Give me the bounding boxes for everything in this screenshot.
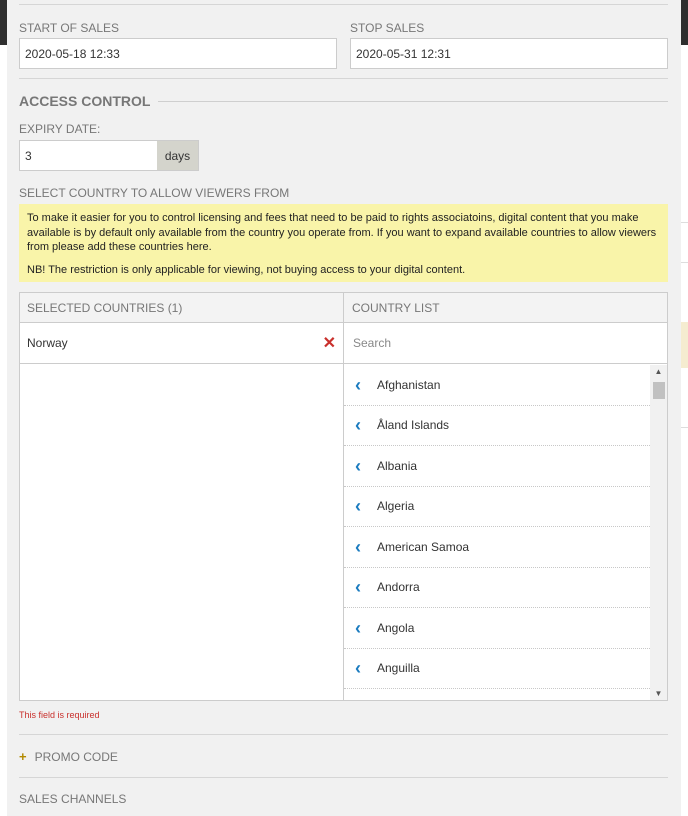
chevron-left-icon: ‹ (355, 374, 361, 395)
country-list-item[interactable]: ‹ Algeria (344, 487, 650, 527)
country-list-item[interactable]: ‹ Afghanistan (344, 365, 650, 406)
days-unit-addon: days (157, 140, 199, 171)
scroll-down-arrow-icon[interactable]: ▼ (650, 689, 667, 698)
country-select-label: SELECT COUNTRY TO ALLOW VIEWERS FROM (19, 186, 290, 200)
promo-code-label: PROMO CODE (34, 749, 118, 764)
promo-code-toggle[interactable]: + PROMO CODE (19, 749, 118, 764)
country-search-input[interactable]: Search (344, 323, 667, 364)
access-control-heading: ACCESS CONTROL (19, 92, 668, 110)
country-name: Anguilla (377, 661, 420, 676)
expiry-date-label: EXPIRY DATE: (19, 122, 101, 136)
start-of-sales-label: START OF SALES (19, 21, 120, 35)
sales-channels-label[interactable]: SALES CHANNELS (19, 792, 126, 806)
country-name: American Samoa (377, 539, 470, 554)
selected-country-name: Norway (27, 336, 68, 350)
country-list: ‹ Afghanistan ‹ Åland Islands ‹ Albania ‹ Al… (344, 365, 667, 700)
country-list-header: COUNTRY LIST (344, 293, 667, 323)
chevron-left-icon: ‹ (355, 415, 361, 436)
access-control-title: ACCESS CONTROL (19, 93, 151, 109)
notice-nb-text: NB! The restriction is only applicable f… (27, 263, 466, 276)
divider (19, 78, 668, 79)
selected-countries-header: SELECTED COUNTRIES (1) (20, 293, 343, 323)
chevron-left-icon: ‹ (355, 536, 361, 557)
chevron-left-icon: ‹ (355, 496, 361, 517)
country-list-item[interactable]: ‹ Andorra (344, 568, 650, 608)
chevron-left-icon: ‹ (355, 455, 361, 476)
country-list-item[interactable]: ‹ Angola (344, 608, 650, 649)
country-name: Albania (377, 458, 418, 473)
stop-sales-input[interactable]: 2020-05-31 12:31 (350, 38, 668, 69)
heading-rule (158, 100, 668, 102)
plus-icon: + (19, 749, 27, 764)
modal-dialog: START OF SALES 2020-05-18 12:33 STOP SAL… (7, 0, 681, 816)
chevron-left-icon: ‹ (355, 577, 361, 598)
stop-sales-label: STOP SALES (350, 21, 425, 35)
country-list-item[interactable]: ‹ American Samoa (344, 527, 650, 568)
country-name: Andorra (377, 580, 420, 595)
top-divider (19, 4, 668, 5)
chevron-left-icon: ‹ (355, 658, 361, 679)
required-error: This field is required (19, 710, 100, 720)
country-name: Afghanistan (377, 377, 441, 392)
country-picker: SELECTED COUNTRIES (1) Norway ✕ COUNTRY … (19, 292, 668, 701)
country-name: Angola (377, 620, 415, 635)
country-list-column: COUNTRY LIST Search ‹ Afghanistan ‹ Åland … (344, 293, 667, 700)
remove-icon[interactable]: ✕ (323, 333, 336, 353)
divider (19, 777, 668, 778)
country-list-scrollbar[interactable]: ▲ ▼ (650, 365, 667, 700)
chevron-left-icon: ‹ (355, 617, 361, 638)
licensing-notice: To make it easier for you to control lic… (19, 204, 668, 282)
notice-text: To make it easier for you to control lic… (27, 212, 657, 253)
country-name: Åland Islands (377, 418, 450, 433)
start-of-sales-input[interactable]: 2020-05-18 12:33 (19, 38, 337, 69)
country-list-item[interactable]: ‹ Åland Islands (344, 406, 650, 446)
country-list-item[interactable]: ‹ Albania (344, 446, 650, 487)
expiry-days-input[interactable]: 3 (19, 140, 158, 171)
scroll-up-arrow-icon[interactable]: ▲ (650, 367, 667, 376)
country-list-item[interactable]: ‹ Anguilla (344, 649, 650, 689)
scroll-thumb[interactable] (653, 382, 665, 399)
selected-country-row: Norway ✕ (20, 323, 343, 364)
divider (19, 734, 668, 735)
selected-countries-column: SELECTED COUNTRIES (1) Norway ✕ (20, 293, 344, 700)
country-name: Algeria (377, 499, 415, 514)
